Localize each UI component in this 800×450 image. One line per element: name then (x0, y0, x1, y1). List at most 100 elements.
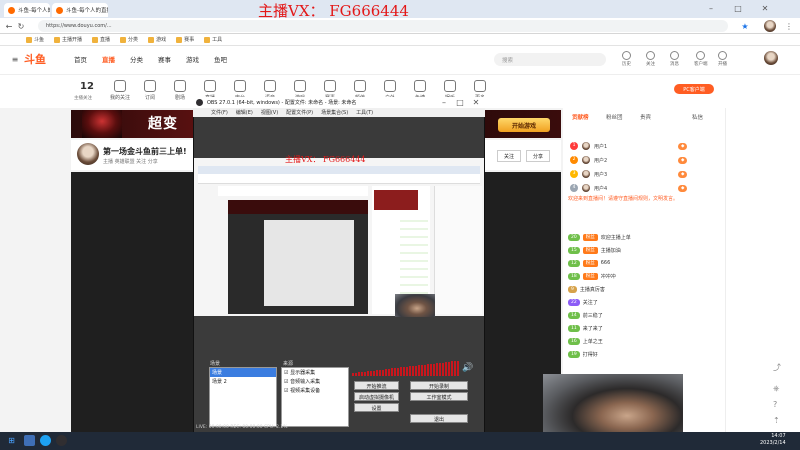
obs-maximize-icon[interactable]: □ (456, 98, 464, 107)
client-button[interactable]: 客户端 (694, 51, 708, 67)
refresh-icon[interactable]: ↻ (16, 21, 26, 31)
user-level: 11 (568, 324, 580, 332)
top-icon[interactable]: ⇡ (773, 416, 780, 425)
category-item[interactable]: 订阅 (138, 80, 162, 101)
bookmark-item[interactable]: 直播 (92, 36, 110, 43)
minimize-icon[interactable]: – (706, 3, 716, 13)
chat-message[interactable]: 20 粉丝 欢迎主播上单 (568, 232, 631, 242)
follow-button[interactable]: 关注 (646, 51, 655, 67)
header-icon-label: 关注 (646, 62, 655, 67)
star-icon[interactable]: ★ (740, 21, 750, 31)
nav-item[interactable]: 赛事 (158, 54, 171, 64)
browser-tab[interactable]: 斗鱼-每个人的直播平台 (4, 3, 50, 17)
capture-tab-bar (198, 166, 480, 174)
user-level: 19 (568, 350, 580, 358)
scenes-list[interactable]: 场景 场景 2 (209, 367, 277, 427)
chat-message[interactable]: 19 打得好 (568, 349, 598, 359)
obs-taskbar-icon[interactable] (56, 435, 67, 446)
chat-message[interactable]: 12 粉丝 666 (568, 258, 610, 268)
chat-tab[interactable]: 私信 (692, 113, 703, 121)
windows-start-icon[interactable]: ⊞ (6, 435, 17, 446)
share-icon[interactable]: ⤴ (773, 362, 781, 373)
source-item[interactable]: ☑ 音频输入采集 (282, 377, 348, 386)
source-item[interactable]: ☑ 视频采集设备 (282, 386, 348, 395)
scene-item[interactable]: 场景 2 (210, 377, 276, 386)
start-game-button[interactable]: 开始游戏 (498, 118, 550, 132)
nav-item-active[interactable]: 直播 (102, 54, 115, 64)
chat-tab-active[interactable]: 贡献榜 (572, 113, 589, 121)
bookmark-item[interactable]: 主播开播 (54, 36, 82, 43)
browser-tab[interactable]: 斗鱼-每个人的直播平台 - Windows (52, 3, 108, 17)
chat-tab[interactable]: 贵宾 (640, 113, 651, 121)
back-icon[interactable]: ← (4, 21, 14, 31)
exit-button[interactable]: 退出 (410, 414, 468, 423)
maximize-icon[interactable]: □ (733, 3, 743, 13)
scene-item[interactable]: 场景 (210, 368, 276, 377)
bookmark-item[interactable]: 工具 (204, 36, 222, 43)
bookmark-item[interactable]: 斗鱼 (26, 36, 44, 43)
speaker-icon[interactable]: 🔊 (462, 363, 473, 373)
message-button[interactable]: 消息 (670, 51, 679, 67)
obs-menu-item[interactable]: 视图(V) (261, 109, 278, 116)
rank-avatar (582, 184, 590, 192)
rank-row[interactable]: 4 用户4 ◆ (570, 182, 688, 194)
category-icon (264, 80, 276, 92)
bookmark-item[interactable]: 游戏 (148, 36, 166, 43)
url-input[interactable]: https://www.douyu.com/... (38, 20, 728, 32)
bookmark-label: 工具 (212, 37, 223, 43)
chat-message[interactable]: 9 主播真厉害 (568, 284, 605, 294)
obs-menu-item[interactable]: 文件(F) (211, 109, 228, 116)
site-logo[interactable]: 斗鱼 (24, 51, 46, 67)
chat-message[interactable]: 14 前三稳了 (568, 310, 603, 320)
rank-badge-icon: ◆ (678, 170, 688, 178)
share-button[interactable]: 分享 (526, 150, 550, 162)
user-level: 12 (568, 259, 580, 267)
history-button[interactable]: 历史 (622, 51, 631, 67)
chat-message[interactable]: 16 上单之王 (568, 336, 603, 346)
search-input[interactable]: 搜索 (494, 53, 606, 66)
streamer-avatar[interactable] (77, 143, 99, 165)
gift-icon[interactable]: ⎈ (773, 384, 779, 394)
virtual-cam-button[interactable]: 启动虚拟摄像机 (354, 392, 399, 401)
nav-item[interactable]: 鱼吧 (214, 54, 227, 64)
obs-menu-item[interactable]: 场景集合(S) (321, 109, 348, 116)
nav-item[interactable]: 游戏 (186, 54, 199, 64)
pc-client-button[interactable]: PC客户端 (674, 84, 714, 94)
obs-menu-item[interactable]: 配置文件(P) (286, 109, 313, 116)
rank-row[interactable]: 2 用户2 ◆ (570, 154, 688, 166)
obs-close-icon[interactable]: ✕ (472, 98, 480, 107)
rank-name: 用户2 (594, 157, 608, 164)
hamburger-icon[interactable]: ≡ (10, 54, 20, 64)
help-icon[interactable]: ? (773, 400, 777, 409)
start-stream-button[interactable]: 开始推流 (354, 381, 399, 390)
nav-item[interactable]: 首页 (74, 54, 87, 64)
broadcast-button[interactable]: 开播 (718, 51, 727, 67)
follow-button[interactable]: 关注 (497, 150, 521, 162)
menu-icon[interactable]: ⋮ (784, 21, 794, 31)
bookmark-item[interactable]: 分类 (120, 36, 138, 43)
chat-message[interactable]: 18 粉丝 冲冲冲 (568, 271, 616, 281)
obs-menu-item[interactable]: 工具(T) (356, 109, 373, 116)
obs-minimize-icon[interactable]: – (440, 98, 448, 107)
rank-row[interactable]: 1 用户1 ◆ (570, 140, 688, 152)
source-item[interactable]: ☑ 显示器采集 (282, 368, 348, 377)
close-icon[interactable]: ✕ (760, 3, 770, 13)
explorer-icon[interactable] (24, 435, 35, 446)
chat-message[interactable]: 22 关注了 (568, 297, 598, 307)
start-record-button[interactable]: 开始录制 (410, 381, 468, 390)
bookmark-item[interactable]: 赛事 (176, 36, 194, 43)
browser-icon[interactable] (40, 435, 51, 446)
chat-message[interactable]: 11 来了来了 (568, 323, 603, 333)
category-item[interactable]: 我的关注 (108, 80, 132, 101)
rank-row[interactable]: 3 用户3 ◆ (570, 168, 688, 180)
chat-message[interactable]: 15 粉丝 主播加油 (568, 245, 621, 255)
chat-tab[interactable]: 粉丝团 (606, 113, 623, 121)
user-avatar[interactable] (764, 51, 778, 65)
obs-menu-item[interactable]: 编辑(E) (236, 109, 253, 116)
studio-mode-button[interactable]: 工作室模式 (410, 392, 468, 401)
profile-avatar[interactable] (764, 20, 776, 32)
nav-item[interactable]: 分类 (130, 54, 143, 64)
sources-list[interactable]: ☑ 显示器采集 ☑ 音频输入采集 ☑ 视频采集设备 (281, 367, 349, 427)
settings-button[interactable]: 设置 (354, 403, 399, 412)
category-item[interactable]: 剧场 (168, 80, 192, 101)
